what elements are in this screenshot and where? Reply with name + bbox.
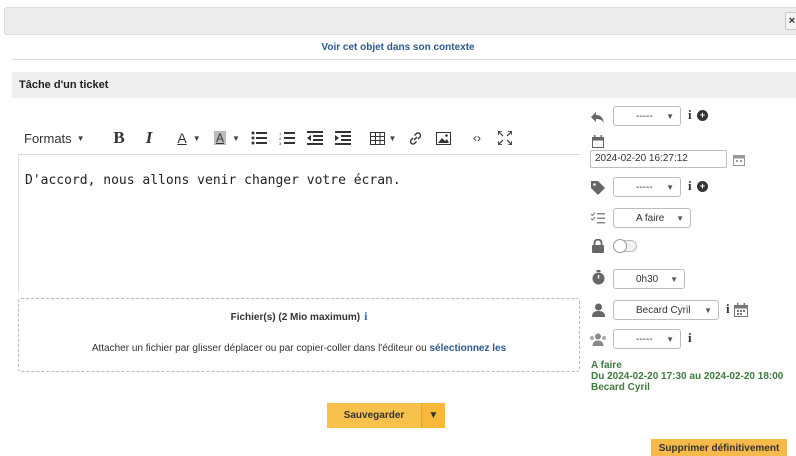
summary-user: Becard Cyril: [591, 382, 650, 393]
info-icon[interactable]: i: [688, 107, 692, 123]
bold-button[interactable]: B: [108, 127, 130, 149]
image-icon[interactable]: [430, 127, 456, 149]
reply-icon: [590, 110, 606, 126]
formats-label: Formats: [24, 130, 72, 146]
dropzone-instructions: Attacher un fichier par glisser déplacer…: [19, 343, 579, 354]
add-circle-icon[interactable]: +: [697, 181, 708, 192]
rich-text-editor[interactable]: D'accord, nous allons venir changer votr…: [18, 154, 580, 294]
lock-icon: [590, 238, 606, 254]
save-options-toggle[interactable]: ▼: [421, 403, 445, 428]
link-icon[interactable]: [402, 127, 428, 149]
chevron-down-icon: ▼: [192, 133, 201, 143]
divider: [12, 59, 796, 60]
info-icon[interactable]: i: [726, 301, 730, 317]
info-icon[interactable]: i: [688, 330, 692, 346]
user-icon: [590, 302, 606, 318]
add-circle-icon[interactable]: +: [697, 110, 708, 121]
chevron-down-icon: ▼: [670, 274, 678, 284]
chevron-down-icon: ▼: [676, 213, 684, 223]
category-select-value: -----: [636, 181, 653, 193]
checklist-icon: [590, 210, 606, 226]
duration-select-value: 0h30: [636, 273, 659, 285]
table-dropdown[interactable]: ▼: [366, 127, 400, 149]
status-select-value: A faire: [636, 212, 665, 224]
numbered-list-icon[interactable]: 123: [274, 127, 300, 149]
select-files-link[interactable]: sélectionnez les: [429, 343, 506, 354]
font-color-button[interactable]: A ▼: [172, 127, 206, 149]
fullscreen-icon[interactable]: [492, 127, 518, 149]
tag-icon: [590, 180, 606, 196]
chevron-down-icon: ▼: [76, 133, 85, 143]
source-code-icon[interactable]: ‹›: [464, 127, 490, 149]
group-select-value: -----: [636, 333, 653, 345]
calendar-picker-icon[interactable]: [731, 151, 747, 167]
dropzone-title-text: Fichier(s) (2 Mio maximum): [230, 312, 361, 323]
group-select[interactable]: ----- ▼: [613, 329, 681, 349]
duration-select[interactable]: 0h30 ▼: [613, 269, 685, 289]
table-icon: [369, 131, 385, 145]
info-icon[interactable]: i: [364, 309, 367, 323]
bullet-list-icon[interactable]: [246, 127, 272, 149]
editor-toolbar: Formats ▼ B I A ▼ A ▼ 123 ▼ ‹›: [18, 125, 518, 151]
dropzone-title: Fichier(s) (2 Mio maximum) i: [19, 309, 579, 324]
category-select[interactable]: ----- ▼: [613, 177, 681, 197]
italic-button[interactable]: I: [138, 127, 160, 149]
section-title: Tâche d'un ticket: [12, 72, 796, 98]
calendar-icon: [590, 133, 606, 149]
user-select[interactable]: Becard Cyril ▼: [613, 300, 719, 320]
outdent-icon[interactable]: [302, 127, 328, 149]
chevron-down-icon: ▼: [388, 133, 397, 143]
group-icon: [589, 331, 607, 347]
template-select[interactable]: ----- ▼: [613, 106, 681, 126]
close-button[interactable]: ×: [785, 12, 796, 30]
font-color-label: A: [177, 130, 187, 146]
chevron-down-icon: ▼: [232, 133, 240, 143]
date-input[interactable]: 2024-02-20 16:27:12: [590, 150, 727, 168]
chevron-down-icon: ▼: [666, 334, 674, 344]
svg-text:3: 3: [279, 141, 282, 145]
background-color-label: A: [214, 131, 227, 145]
chevron-down-icon: ▼: [666, 182, 674, 192]
background-color-button[interactable]: A ▼: [210, 127, 244, 149]
file-dropzone[interactable]: Fichier(s) (2 Mio maximum) i Attacher un …: [18, 298, 580, 372]
modal-title-bar: [4, 7, 796, 35]
summary-status: A faire: [591, 360, 622, 371]
save-button[interactable]: Sauvegarder: [327, 403, 421, 428]
stopwatch-icon: [590, 269, 606, 285]
delete-permanently-button[interactable]: Supprimer définitivement: [651, 439, 787, 456]
user-select-value: Becard Cyril: [636, 304, 691, 316]
calendar-planning-icon[interactable]: [733, 302, 749, 318]
save-button-group: Sauvegarder ▼: [327, 403, 445, 428]
chevron-down-icon: ▼: [666, 111, 674, 121]
dropzone-instructions-text: Attacher un fichier par glisser déplacer…: [91, 343, 430, 354]
view-in-context-link[interactable]: Voir cet objet dans son contexte: [0, 42, 796, 53]
toggle-knob: [613, 239, 627, 253]
info-icon[interactable]: i: [688, 178, 692, 194]
status-select[interactable]: A faire ▼: [613, 208, 691, 228]
template-select-value: -----: [636, 110, 653, 122]
indent-icon[interactable]: [330, 127, 356, 149]
formats-dropdown[interactable]: Formats ▼: [18, 127, 96, 149]
task-summary: A faire Du 2024-02-20 17:30 au 2024-02-2…: [591, 360, 783, 393]
chevron-down-icon: ▼: [704, 305, 712, 315]
summary-period: Du 2024-02-20 17:30 au 2024-02-20 18:00: [591, 371, 784, 382]
